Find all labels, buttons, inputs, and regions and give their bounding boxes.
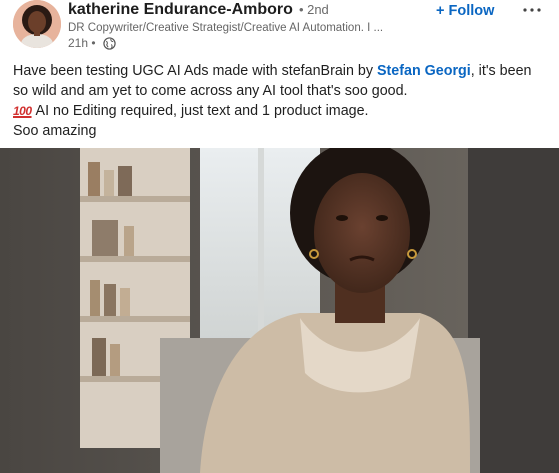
post-line-2: so wild and am yet to come across any AI…: [13, 83, 408, 99]
ellipsis-icon: [523, 8, 541, 12]
globe-icon: [103, 37, 116, 51]
post-time: 21h •: [68, 36, 96, 50]
hundred-points-emoji: 100: [13, 104, 32, 118]
post-line-1: Have been testing UGC AI Ads made with s…: [13, 61, 553, 81]
author-avatar[interactable]: [13, 0, 61, 48]
follow-button[interactable]: + Follow: [432, 1, 498, 21]
author-line: katherine Endurance-Amboro • 2nd: [68, 0, 329, 20]
author-headline: DR Copywriter/Creative Strategist/Creati…: [68, 22, 384, 34]
post-line-3: 100 AI no Editing required, just text and…: [13, 101, 553, 121]
post-header: katherine Endurance-Amboro • 2nd DR Copyw…: [0, 0, 559, 60]
post-text-segment: Have been testing UGC AI Ads made with s…: [13, 63, 377, 79]
post-text-segment: AI no Editing required, just text and 1 …: [35, 103, 369, 119]
post-line-4: Soo amazing: [13, 123, 97, 139]
post-video[interactable]: [0, 148, 559, 473]
post-timestamp: 21h •: [68, 36, 116, 51]
mention-link[interactable]: Stefan Georgi: [377, 63, 471, 79]
post-text-segment: , it's been: [470, 63, 532, 79]
avatar-image: [13, 0, 61, 48]
feed-post: katherine Endurance-Amboro • 2nd DR Copyw…: [0, 0, 559, 473]
author-name[interactable]: katherine Endurance-Amboro: [68, 1, 293, 18]
connection-degree: • 2nd: [298, 2, 329, 17]
post-text: Have been testing UGC AI Ads made with s…: [13, 61, 553, 141]
more-options-button[interactable]: [519, 1, 545, 19]
video-frame: [0, 148, 559, 473]
